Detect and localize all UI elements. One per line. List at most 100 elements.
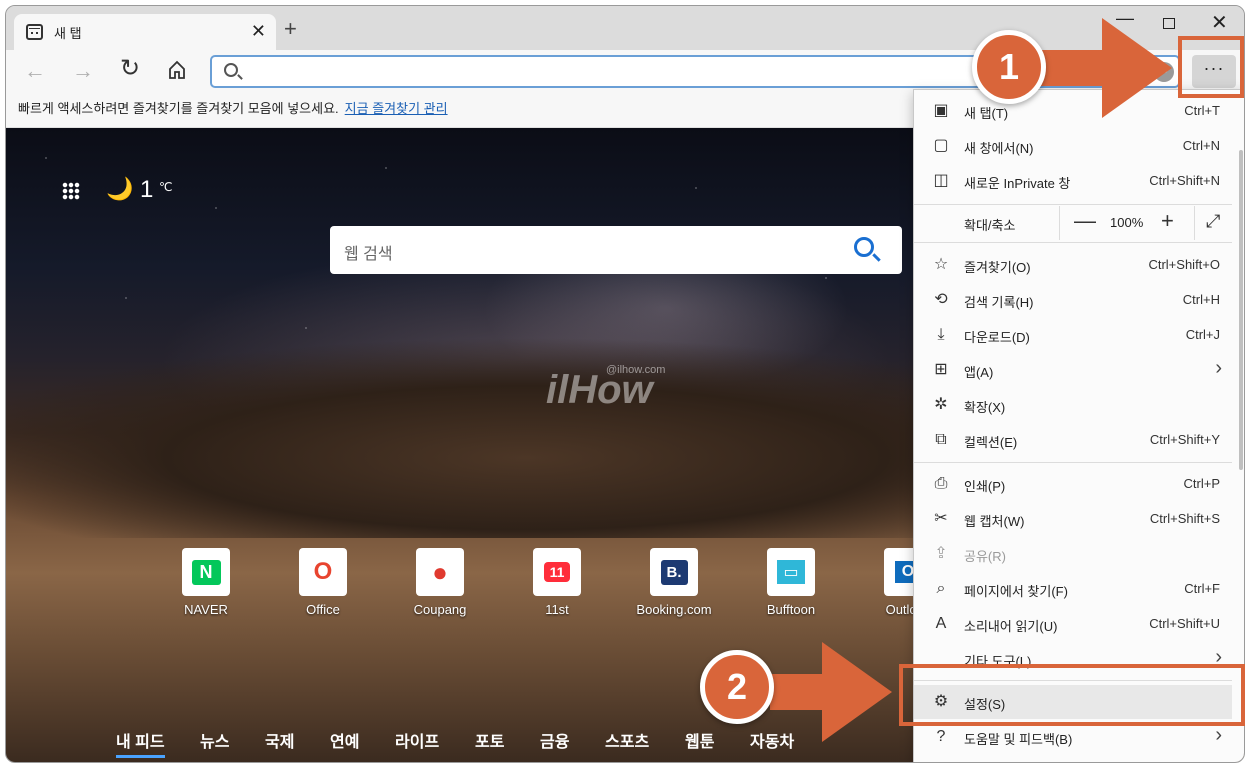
home-icon[interactable]: [168, 60, 186, 80]
feed-tab-entertainment[interactable]: 연예: [330, 728, 359, 752]
tile-coupang[interactable]: ● Coupang: [400, 548, 480, 617]
menu-item-new-tab[interactable]: ▣ 새 탭(T) Ctrl+T: [914, 94, 1232, 128]
menu-item-label: 컬렉션(E): [964, 435, 1018, 450]
menu-item-shortcut: Ctrl+Shift+Y: [1149, 432, 1220, 447]
tile-label: Office: [306, 602, 340, 617]
zoom-row: 확대/축소 — 100% + ⤢: [914, 206, 1232, 240]
office-icon: O: [299, 548, 347, 596]
web-search-icon[interactable]: [854, 237, 874, 257]
settings-and-more-menu: ▣ 새 탭(T) Ctrl+T ▢ 새 창에서(N) Ctrl+N ◫ 새로운 …: [913, 89, 1244, 762]
chevron-right-icon: ›: [1215, 357, 1222, 379]
feed-tab-news[interactable]: 뉴스: [200, 728, 229, 752]
zoom-out-button[interactable]: —: [1074, 208, 1096, 234]
menu-scrollbar[interactable]: [1239, 150, 1243, 470]
tile-office[interactable]: O Office: [283, 548, 363, 617]
feed-tab-sports[interactable]: 스포츠: [605, 728, 649, 752]
tile-11st[interactable]: 11 11st: [517, 548, 597, 617]
search-icon: [224, 63, 238, 77]
new-tab-icon: ▣: [933, 102, 949, 119]
forward-button[interactable]: →: [72, 60, 94, 82]
tile-label: 11st: [545, 602, 569, 617]
feed-tab-life[interactable]: 라이프: [395, 728, 439, 752]
favorites-bar-hint: 빠르게 액세스하려면 즐겨찾기를 즐겨찾기 모음에 넣으세요.: [18, 101, 339, 116]
menu-item-print[interactable]: ⎙ 인쇄(P) Ctrl+P: [914, 467, 1232, 501]
menu-item-label: 도움말 및 피드백(B): [964, 732, 1073, 747]
menu-item-shortcut: Ctrl+N: [1182, 138, 1220, 153]
app-launcher-icon[interactable]: [62, 182, 80, 200]
tile-booking[interactable]: B. Booking.com: [634, 548, 714, 617]
menu-item-shortcut: Ctrl+Shift+O: [1148, 257, 1220, 272]
menu-item-shortcut: Ctrl+J: [1185, 327, 1220, 342]
menu-item-label: 다운로드(D): [964, 330, 1030, 345]
naver-icon: N: [182, 548, 230, 596]
new-tab-button[interactable]: +: [284, 18, 297, 40]
extensions-icon: ✲: [934, 396, 948, 413]
menu-separator: [914, 462, 1232, 463]
print-icon: ⎙: [934, 475, 948, 492]
browser-window: 새 탭 ✕ + — ✕ ← → ↻ ··· 빠르게 액세스하려면 즐겨찾기를 즐…: [5, 5, 1245, 763]
tab-title: 새 탭: [54, 26, 82, 41]
menu-item-label: 즐겨찾기(O): [964, 260, 1031, 275]
highlight-settings-item: [899, 664, 1245, 726]
tab-new-tab[interactable]: 새 탭 ✕: [14, 14, 276, 50]
feed-tab-photo[interactable]: 포토: [475, 728, 504, 752]
menu-item-new-window[interactable]: ▢ 새 창에서(N) Ctrl+N: [914, 129, 1232, 163]
menu-item-label: 페이지에서 찾기(F): [964, 584, 1068, 599]
menu-item-label: 앱(A): [964, 365, 994, 380]
back-button[interactable]: ←: [24, 60, 46, 82]
menu-item-label: 인쇄(P): [964, 479, 1006, 494]
refresh-button[interactable]: ↻: [120, 57, 140, 81]
menu-item-share: ⇪ 공유(R): [914, 537, 1232, 571]
menu-item-shortcut: Ctrl+P: [1183, 476, 1220, 491]
inprivate-icon: ◫: [933, 172, 949, 189]
menu-item-downloads[interactable]: ⤓ 다운로드(D) Ctrl+J: [914, 318, 1232, 352]
zoom-level: 100%: [1110, 215, 1144, 230]
feed-tab-finance[interactable]: 금융: [540, 728, 569, 752]
tile-bufftoon[interactable]: ▭ Bufftoon: [751, 548, 831, 617]
tab-close-icon[interactable]: ✕: [251, 21, 266, 42]
manage-favorites-link[interactable]: 지금 즐겨찾기 관리: [345, 101, 448, 116]
download-icon: ⤓: [937, 326, 945, 343]
menu-item-find[interactable]: ⌕ 페이지에서 찾기(F) Ctrl+F: [914, 572, 1232, 606]
moon-weather-icon: 🌙: [106, 176, 134, 201]
watermark-logo: ilHow: [546, 368, 653, 412]
tile-label: Coupang: [413, 602, 467, 617]
temperature-value[interactable]: 1: [140, 176, 153, 204]
menu-item-favorites[interactable]: ☆ 즐겨찾기(O) Ctrl+Shift+O: [914, 248, 1232, 282]
feed-tab-world[interactable]: 국제: [265, 728, 294, 752]
menu-item-history[interactable]: ⟲ 검색 기록(H) Ctrl+H: [914, 283, 1232, 317]
menu-item-label: 공유(R): [964, 549, 1006, 564]
menu-item-shortcut: Ctrl+T: [1184, 103, 1220, 118]
booking-icon: B.: [650, 548, 698, 596]
web-search-box[interactable]: 웹 검색: [330, 226, 902, 274]
menu-item-inprivate[interactable]: ◫ 새로운 InPrivate 창 Ctrl+Shift+N: [914, 164, 1232, 198]
menu-item-shortcut: Ctrl+Shift+U: [1149, 616, 1220, 631]
collections-icon: ⧉: [935, 431, 947, 448]
step-1-badge: 1: [972, 30, 1046, 104]
menu-item-read-aloud[interactable]: A 소리내어 읽기(U) Ctrl+Shift+U: [914, 607, 1232, 641]
fullscreen-button[interactable]: ⤢: [1206, 211, 1220, 232]
help-icon: ?: [936, 728, 946, 745]
menu-item-shortcut: Ctrl+Shift+S: [1149, 511, 1220, 526]
zoom-in-button[interactable]: +: [1161, 208, 1174, 234]
tile-label: NAVER: [184, 602, 228, 617]
menu-item-apps[interactable]: ⊞ 앱(A) ›: [914, 353, 1232, 387]
menu-item-label: 새 탭(T): [964, 106, 1009, 121]
favorites-icon: ☆: [933, 256, 949, 273]
tile-naver[interactable]: N NAVER: [166, 548, 246, 617]
menu-item-label: 새 창에서(N): [964, 141, 1034, 156]
feed-tab-my-feed[interactable]: 내 피드: [116, 728, 165, 758]
menu-item-label: 검색 기록(H): [964, 295, 1034, 310]
feed-tab-cars[interactable]: 자동차: [750, 728, 794, 752]
menu-item-label: 웹 캡처(W): [964, 514, 1025, 529]
menu-item-extensions[interactable]: ✲ 확장(X): [914, 388, 1232, 422]
step-2-badge: 2: [700, 650, 774, 724]
highlight-more-button: [1178, 36, 1244, 98]
zoom-divider: [1194, 206, 1195, 240]
zoom-divider: [1059, 206, 1060, 240]
menu-item-collections[interactable]: ⧉ 컬렉션(E) Ctrl+Shift+Y: [914, 423, 1232, 457]
menu-item-label: 소리내어 읽기(U): [964, 619, 1058, 634]
close-window-button[interactable]: ✕: [1211, 10, 1228, 35]
menu-item-web-capture[interactable]: ✂ 웹 캡처(W) Ctrl+Shift+S: [914, 502, 1232, 536]
feed-tab-webtoon[interactable]: 웹툰: [685, 728, 714, 752]
